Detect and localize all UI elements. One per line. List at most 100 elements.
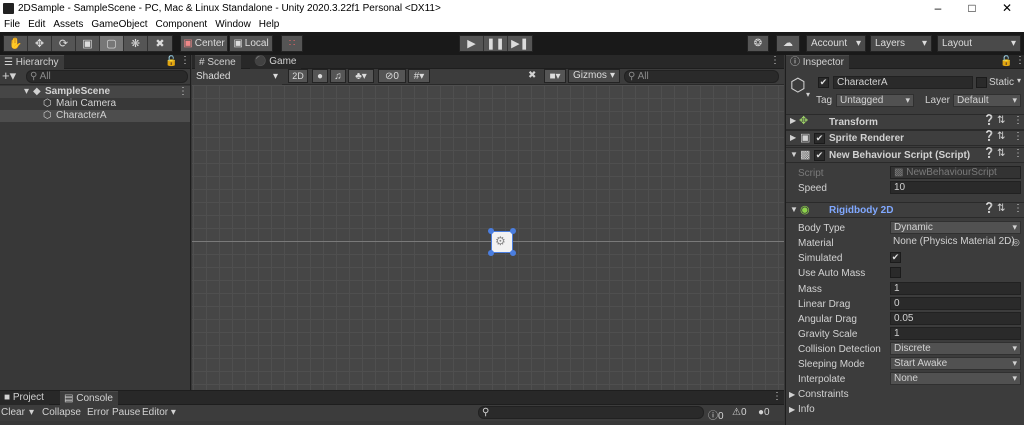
sleeping-mode-dropdown[interactable]: Start Awake <box>890 357 1021 370</box>
component-menu-icon[interactable]: ⋮ <box>1013 203 1023 214</box>
preset-icon[interactable]: ⇅ <box>997 131 1005 142</box>
audio-icon[interactable]: ♫ <box>330 69 346 83</box>
pause-icon[interactable]: ❚❚ <box>484 36 508 51</box>
preset-icon[interactable]: ⇅ <box>997 148 1005 159</box>
clear-button[interactable]: Clear <box>1 407 25 418</box>
rect-tool-icon[interactable]: ▢ <box>100 36 124 51</box>
scene-menu-icon[interactable]: ⋮ <box>178 86 188 98</box>
warning-count[interactable]: ⚠0 <box>732 407 747 418</box>
pivot-center-button[interactable]: ▣ Center <box>180 35 228 52</box>
mass-input[interactable]: 1 <box>890 282 1021 295</box>
grid-snap-icon[interactable]: ∷ <box>281 35 303 52</box>
collab-icon[interactable]: ❂ <box>747 35 769 52</box>
script-checkbox[interactable]: ✔ <box>814 150 825 161</box>
help-icon[interactable]: ❔ <box>983 115 995 126</box>
error-count[interactable]: ●0 <box>758 407 770 418</box>
tab-project[interactable]: ■ Project <box>0 391 49 405</box>
object-name-input[interactable]: CharacterA <box>833 76 973 89</box>
grid-toggle-icon[interactable]: #▾ <box>408 69 430 83</box>
scale-tool-icon[interactable]: ▣ <box>76 36 100 51</box>
help-icon[interactable]: ❔ <box>983 148 995 159</box>
linear-drag-input[interactable]: 0 <box>890 297 1021 310</box>
panel-menu-icon[interactable]: ⋮ <box>770 55 780 66</box>
menu-component[interactable]: Component <box>156 19 208 30</box>
scene-row[interactable]: ▾ ◆ SampleScene ⋮ <box>0 86 190 98</box>
transform-tool-icon[interactable]: ❋ <box>124 36 148 51</box>
menu-edit[interactable]: Edit <box>28 19 45 30</box>
menu-assets[interactable]: Assets <box>53 19 83 30</box>
lock-icon[interactable]: 🔓 <box>165 56 177 67</box>
static-checkbox[interactable] <box>976 77 987 88</box>
gizmos-dropdown[interactable]: Gizmos <box>568 69 620 83</box>
tools-icon[interactable]: ✖ <box>528 70 536 81</box>
component-menu-icon[interactable]: ⋮ <box>1013 115 1023 126</box>
collapse-arrow-icon[interactable]: ▶ <box>790 133 796 142</box>
step-icon[interactable]: ▶❚ <box>508 36 532 51</box>
preset-icon[interactable]: ⇅ <box>997 115 1005 126</box>
panel-menu-icon[interactable]: ⋮ <box>772 391 782 402</box>
shading-dropdown[interactable]: Shaded <box>192 69 282 86</box>
log-count[interactable]: ⓘ0 <box>708 407 724 422</box>
effects-icon[interactable]: ♣▾ <box>348 69 374 83</box>
tab-hierarchy[interactable]: ☰ Hierarchy <box>0 55 64 69</box>
static-dropdown-icon[interactable]: ▾ <box>1017 76 1021 85</box>
menu-file[interactable]: File <box>4 19 20 30</box>
tab-console[interactable]: ▤ Console <box>60 391 118 405</box>
layout-dropdown[interactable]: Layout <box>937 35 1021 52</box>
move-tool-icon[interactable]: ✥ <box>28 36 52 51</box>
rect-handle[interactable] <box>510 250 516 256</box>
collapse-arrow-icon[interactable]: ▶ <box>789 390 795 399</box>
menu-gameobject[interactable]: GameObject <box>91 19 147 30</box>
tab-game[interactable]: ⚫ Game <box>250 55 302 69</box>
angular-drag-input[interactable]: 0.05 <box>890 312 1021 325</box>
minimize-button[interactable]: – <box>921 0 955 17</box>
sprite-renderer-checkbox[interactable]: ✔ <box>814 133 825 144</box>
active-checkbox[interactable]: ✔ <box>818 77 829 88</box>
icon-dropdown-icon[interactable]: ▾ <box>806 90 810 99</box>
list-item[interactable]: ⬡ CharacterA <box>0 110 190 122</box>
camera-icon[interactable]: ■▾ <box>544 69 566 83</box>
scene-viewport[interactable]: ⚙ <box>192 85 784 390</box>
interpolate-dropdown[interactable]: None <box>890 372 1021 385</box>
character-sprite[interactable]: ⚙ <box>491 231 513 253</box>
tab-inspector[interactable]: ⓘ Inspector <box>786 55 849 69</box>
simulated-checkbox[interactable]: ✔ <box>890 252 901 263</box>
gravity-scale-input[interactable]: 1 <box>890 327 1021 340</box>
list-item[interactable]: ⬡ Main Camera <box>0 98 190 110</box>
rect-handle[interactable] <box>488 250 494 256</box>
menu-window[interactable]: Window <box>215 19 251 30</box>
add-icon[interactable]: +▾ <box>2 69 16 83</box>
rect-handle[interactable] <box>510 228 516 234</box>
component-menu-icon[interactable]: ⋮ <box>1013 148 1023 159</box>
help-icon[interactable]: ❔ <box>983 131 995 142</box>
material-field[interactable]: None (Physics Material 2D) <box>890 236 1021 249</box>
clear-options-icon[interactable]: ▾ <box>29 407 34 418</box>
rect-handle[interactable] <box>488 228 494 234</box>
close-button[interactable]: ✕ <box>990 0 1024 17</box>
lock-icon[interactable]: 🔓 <box>1000 56 1012 67</box>
editor-dropdown[interactable]: Editor ▾ <box>142 407 176 418</box>
info-foldout[interactable]: Info <box>798 404 815 415</box>
tag-dropdown[interactable]: Untagged <box>836 94 914 107</box>
collapse-arrow-icon[interactable]: ▶ <box>789 405 795 414</box>
account-dropdown[interactable]: Account <box>806 35 866 52</box>
scene-search-input[interactable]: ⚲ All <box>624 70 779 83</box>
hidden-objects-icon[interactable]: ⊘ 0 <box>378 69 406 83</box>
maximize-button[interactable]: □ <box>955 0 989 17</box>
hierarchy-search-input[interactable]: ⚲ All <box>26 70 188 83</box>
collapse-button[interactable]: Collapse <box>42 407 81 418</box>
pivot-local-button[interactable]: ▣ Local <box>229 35 273 52</box>
panel-menu-icon[interactable]: ⋮ <box>1015 55 1024 66</box>
layer-dropdown[interactable]: Default <box>953 94 1021 107</box>
expand-arrow-icon[interactable]: ▼ <box>790 205 798 214</box>
layers-dropdown[interactable]: Layers <box>870 35 932 52</box>
hand-tool-icon[interactable]: ✋ <box>4 36 28 51</box>
menu-help[interactable]: Help <box>259 19 280 30</box>
use-auto-mass-checkbox[interactable] <box>890 267 901 278</box>
tab-scene[interactable]: # Scene <box>195 55 241 69</box>
speed-input[interactable]: 10 <box>890 181 1021 194</box>
toggle-2d-button[interactable]: 2D <box>288 69 308 83</box>
expand-arrow-icon[interactable]: ▼ <box>790 150 798 159</box>
component-menu-icon[interactable]: ⋮ <box>1013 131 1023 142</box>
collision-detection-dropdown[interactable]: Discrete <box>890 342 1021 355</box>
